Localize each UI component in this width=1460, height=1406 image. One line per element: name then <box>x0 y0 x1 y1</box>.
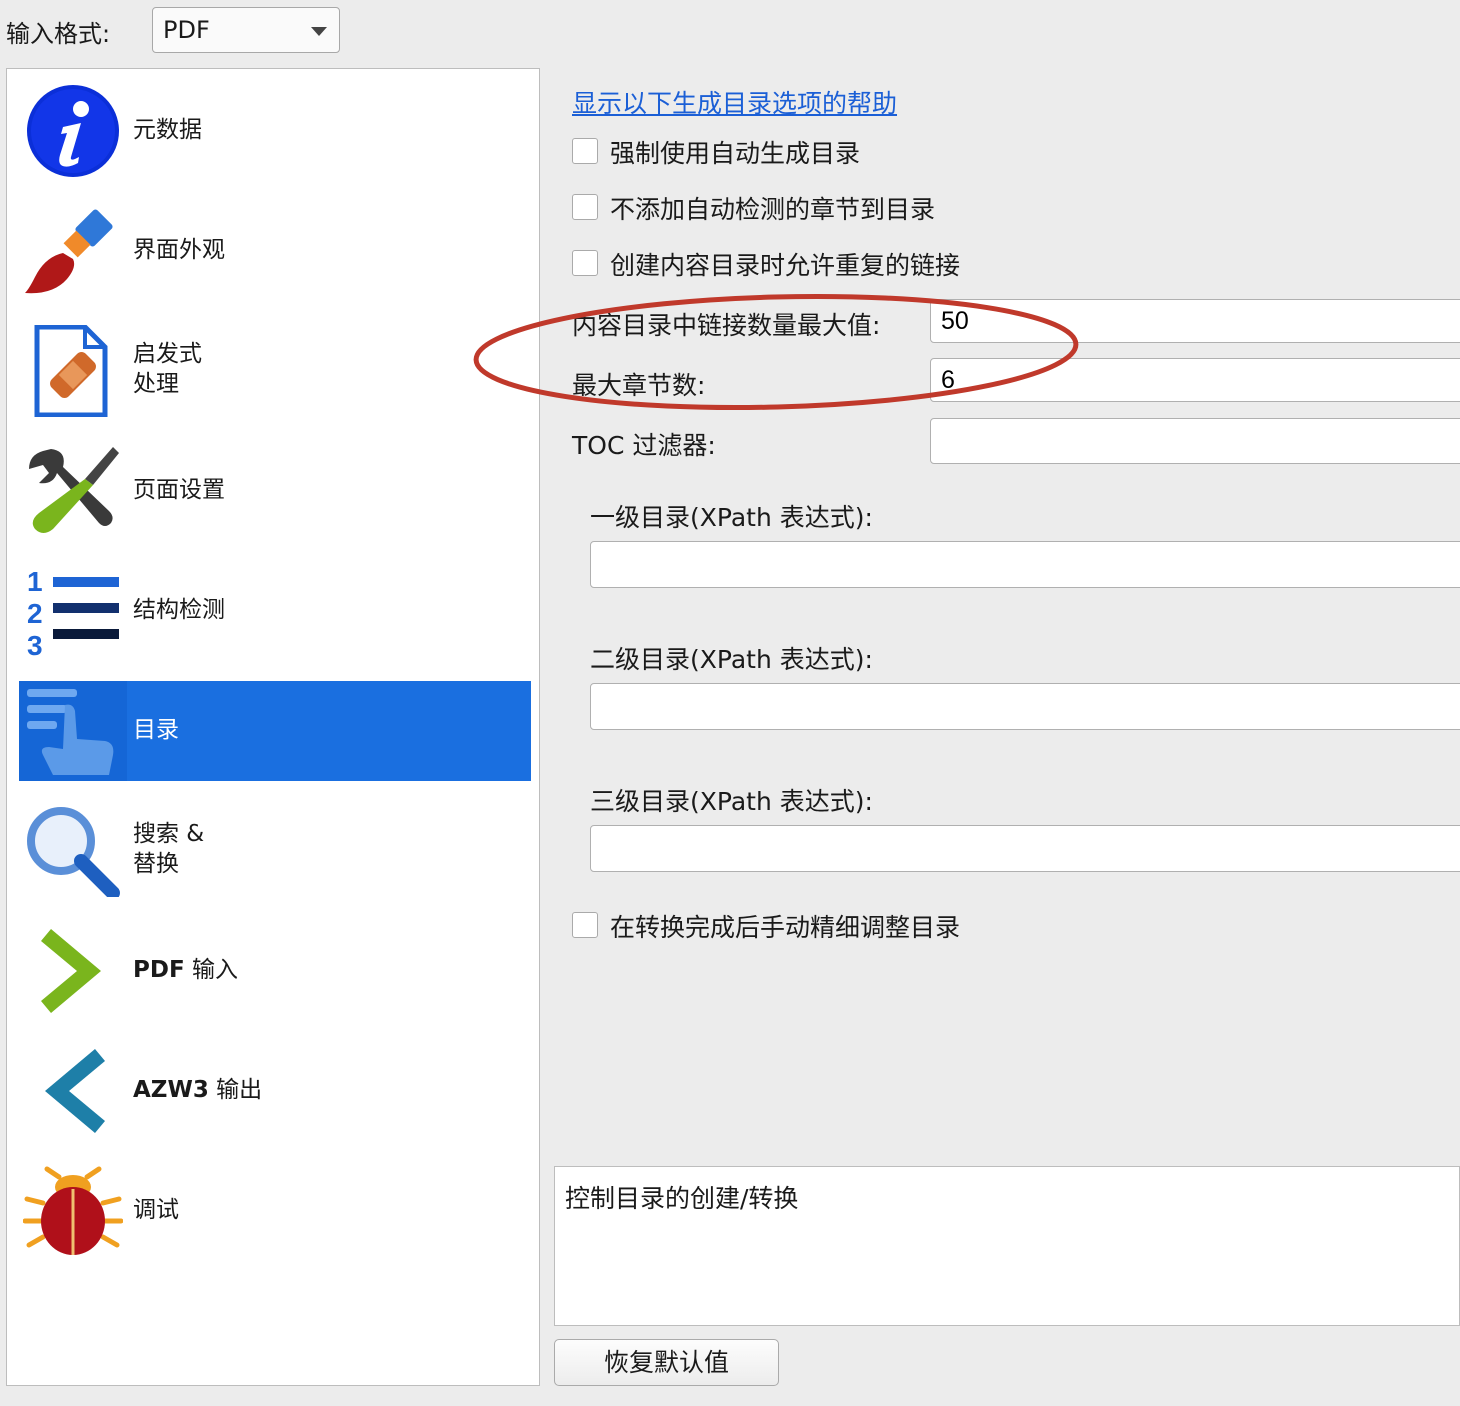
bandaged-document-icon <box>34 325 108 417</box>
svg-text:2: 2 <box>27 598 43 629</box>
toc-filter-label: TOC 过滤器: <box>572 431 716 460</box>
svg-text:3: 3 <box>27 630 43 657</box>
manual-tweak-checkbox[interactable] <box>572 912 598 938</box>
sidebar-item-label: 目录 <box>133 717 179 743</box>
sidebar-item-label: 界面外观 <box>133 237 225 263</box>
level3-toc-label: 三级目录(XPath 表达式): <box>590 787 873 816</box>
tools-icon <box>29 447 119 533</box>
sidebar-item-label: PDF 输入 <box>133 955 238 985</box>
sidebar-item-debug[interactable]: 调试 <box>19 1161 531 1261</box>
annotation-ellipse <box>473 293 1079 411</box>
bug-icon <box>23 1166 123 1255</box>
sidebar-item-label: 启发式 <box>133 341 202 367</box>
checkbox-label: 创建内容目录时允许重复的链接 <box>610 251 961 280</box>
format-direction: 输入 <box>184 957 238 983</box>
sidebar-item-look-and-feel[interactable]: 界面外观 <box>19 201 531 301</box>
description-box: 控制目录的创建/转换 <box>554 1166 1460 1326</box>
sidebar-item-label: 搜索 & <box>133 821 205 847</box>
checkbox-label: 强制使用自动生成目录 <box>610 139 861 168</box>
sidebar-item-label: 结构检测 <box>133 597 225 623</box>
level2-toc-label: 二级目录(XPath 表达式): <box>590 645 873 674</box>
format-name: PDF <box>133 957 185 983</box>
sidebar-item-heuristics[interactable]: 启发式 处理 <box>19 321 531 421</box>
level3-toc-field[interactable] <box>590 825 1460 872</box>
restore-defaults-button[interactable]: 恢复默认值 <box>554 1339 779 1386</box>
chevron-left-icon <box>45 1049 105 1133</box>
sidebar-item-label-line2: 处理 <box>133 371 179 397</box>
numbered-list-icon: 1 2 3 <box>27 566 119 657</box>
description-text: 控制目录的创建/转换 <box>565 1184 799 1213</box>
sidebar-item-label-line2: 替换 <box>133 851 179 877</box>
sidebar: 元数据 界面外观 启发式 处理 页面设置 1 2 3 结构检测 目录 搜索 & … <box>6 68 540 1386</box>
sidebar-item-toc[interactable]: 目录 <box>19 681 531 781</box>
duplicate-links-checkbox[interactable] <box>572 250 598 276</box>
sidebar-item-metadata[interactable]: 元数据 <box>19 81 531 181</box>
sidebar-item-label: AZW3 输出 <box>133 1075 262 1105</box>
checkbox-label: 不添加自动检测的章节到目录 <box>610 195 936 224</box>
sidebar-item-search-replace[interactable]: 搜索 & 替换 <box>19 801 531 901</box>
level1-toc-field[interactable] <box>590 541 1460 588</box>
input-format-value: PDF <box>163 16 210 44</box>
no-chapters-in-toc-checkbox[interactable] <box>572 194 598 220</box>
help-link[interactable]: 显示以下生成目录选项的帮助 <box>572 84 897 120</box>
level1-toc-label: 一级目录(XPath 表达式): <box>590 503 873 532</box>
format-name: AZW3 <box>133 1077 209 1103</box>
magnifier-icon <box>27 807 120 897</box>
format-direction: 输出 <box>208 1077 263 1103</box>
sidebar-item-azw3-output[interactable]: AZW3 输出 <box>19 1041 531 1141</box>
checkbox-label: 在转换完成后手动精细调整目录 <box>610 913 961 942</box>
input-format-select[interactable]: PDF <box>152 7 340 53</box>
input-format-label: 输入格式: <box>6 20 111 48</box>
svg-text:1: 1 <box>27 566 43 597</box>
sidebar-item-label: 元数据 <box>133 117 202 143</box>
level2-toc-field[interactable] <box>590 683 1460 730</box>
sidebar-item-label: 页面设置 <box>133 477 225 503</box>
toc-icon <box>27 689 114 775</box>
chevron-right-icon <box>41 929 101 1013</box>
paintbrush-icon <box>25 209 113 294</box>
chevron-down-icon <box>311 27 327 36</box>
force-auto-toc-checkbox[interactable] <box>572 138 598 164</box>
sidebar-item-label: 调试 <box>133 1197 179 1223</box>
sidebar-item-page-setup[interactable]: 页面设置 <box>19 441 531 541</box>
sidebar-item-pdf-input[interactable]: PDF 输入 <box>19 921 531 1021</box>
toc-filter-field[interactable] <box>930 418 1460 464</box>
info-icon <box>27 85 119 177</box>
sidebar-item-structure-detection[interactable]: 1 2 3 结构检测 <box>19 561 531 661</box>
